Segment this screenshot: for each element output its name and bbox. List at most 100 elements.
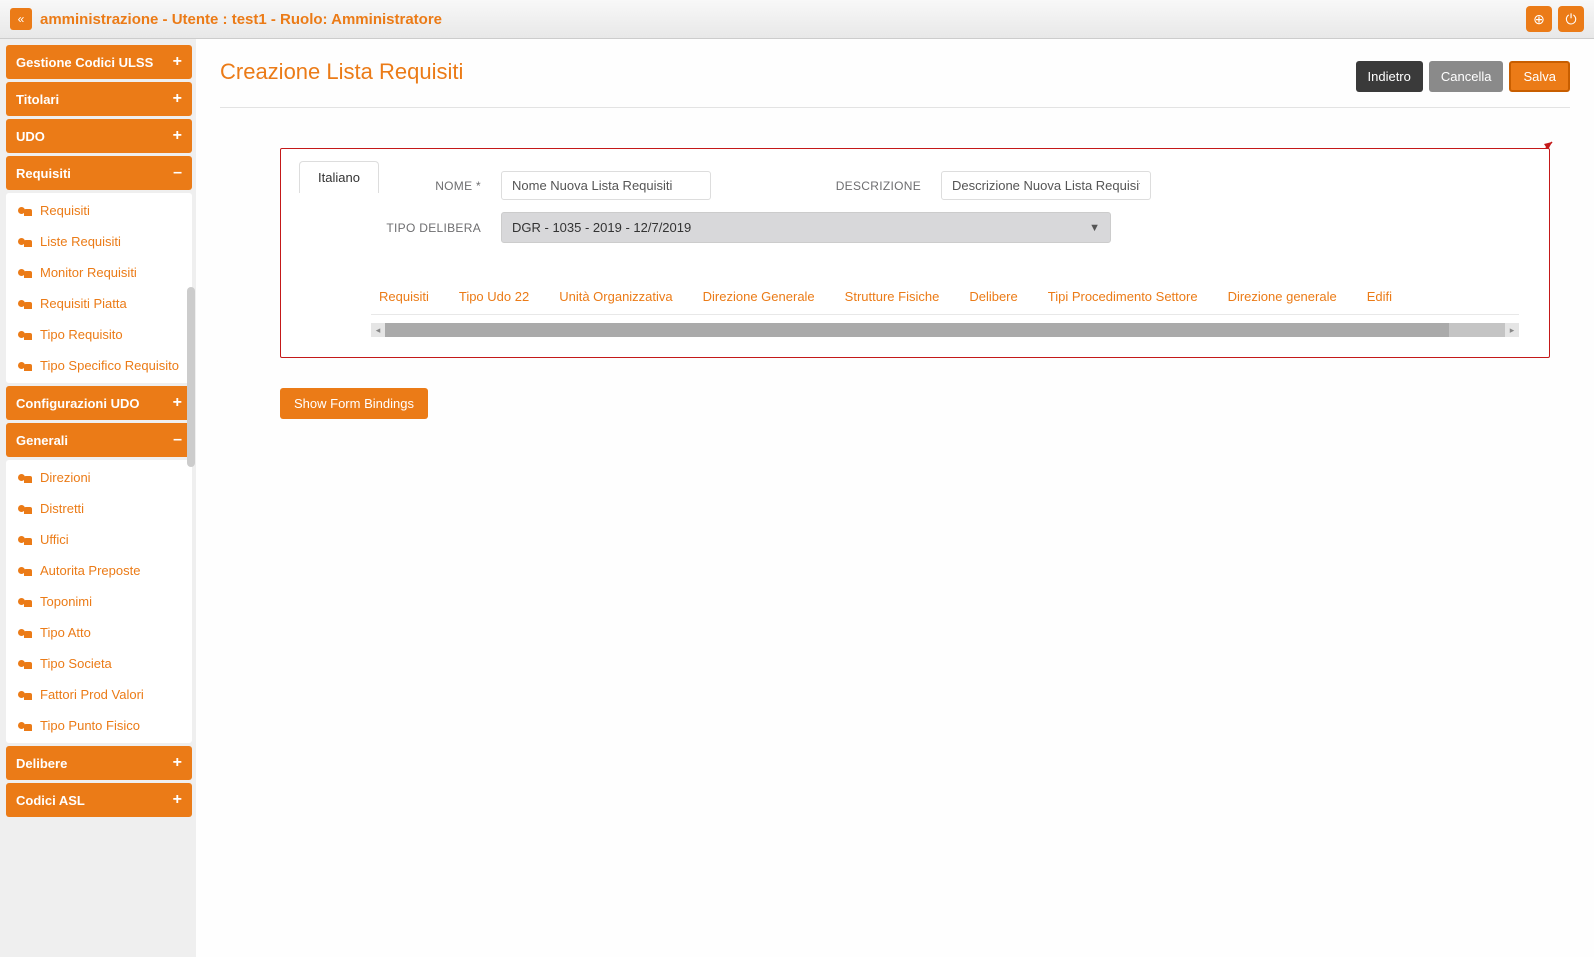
user-icon [18,360,32,372]
user-icon [18,720,32,732]
plus-icon: + [173,53,182,71]
sidebar-section-gestione-codici-ulss[interactable]: Gestione Codici ULSS + [6,45,192,79]
sub-tab-edifi[interactable]: Edifi [1367,289,1392,304]
minus-icon: – [173,164,182,182]
sidebar-item-requisiti[interactable]: Requisiti [6,195,192,226]
horizontal-scrollbar[interactable]: ◂ ▸ [371,323,1519,337]
sidebar-item-tipo-punto-fisico[interactable]: Tipo Punto Fisico [6,710,192,741]
plus-icon: + [173,394,182,412]
sidebar-item-label: Monitor Requisiti [40,265,137,280]
scroll-right-icon[interactable]: ▸ [1505,323,1519,337]
sidebar-collapse-button[interactable]: « [10,8,32,30]
user-icon [18,236,32,248]
sidebar-section-requisiti[interactable]: Requisiti – [6,156,192,190]
sub-tab-strutture-fisiche[interactable]: Strutture Fisiche [845,289,940,304]
sidebar-section-delibere[interactable]: Delibere + [6,746,192,780]
sidebar-section-configurazioni-udo[interactable]: Configurazioni UDO + [6,386,192,420]
sidebar-section-titolari[interactable]: Titolari + [6,82,192,116]
minus-icon: – [173,431,182,449]
user-icon [18,472,32,484]
globe-icon[interactable]: ⊕ [1526,6,1552,32]
sidebar-item-label: Requisiti [40,203,90,218]
sub-tab-delibere[interactable]: Delibere [969,289,1017,304]
sidebar-section-label: Configurazioni UDO [16,396,140,411]
sidebar-item-uffici[interactable]: Uffici [6,524,192,555]
sidebar-item-label: Autorita Preposte [40,563,140,578]
scroll-track[interactable] [385,323,1505,337]
main-content: Creazione Lista Requisiti Indietro Cance… [196,39,1594,957]
sidebar-scrollbar[interactable] [186,39,196,957]
sidebar-item-direzioni[interactable]: Direzioni [6,462,192,493]
sidebar-section-label: Gestione Codici ULSS [16,55,153,70]
sidebar-item-toponimi[interactable]: Toponimi [6,586,192,617]
sidebar-item-requisiti-piatta[interactable]: Requisiti Piatta [6,288,192,319]
scroll-thumb[interactable] [385,323,1449,337]
form-row-tipo-delibera: TIPO DELIBERA DGR - 1035 - 2019 - 12/7/2… [371,206,1519,249]
sidebar-item-tipo-requisito[interactable]: Tipo Requisito [6,319,192,350]
label-nome: NOME * [371,179,481,193]
sidebar-item-monitor-requisiti[interactable]: Monitor Requisiti [6,257,192,288]
header-right: ⊕ ⏻ [1526,6,1584,32]
input-descrizione[interactable] [941,171,1151,200]
select-tipo-delibera[interactable]: DGR - 1035 - 2019 - 12/7/2019 ▼ [501,212,1111,243]
sidebar-item-label: Fattori Prod Valori [40,687,144,702]
sidebar-item-liste-requisiti[interactable]: Liste Requisiti [6,226,192,257]
sub-tab-direzione-generale-2[interactable]: Direzione generale [1228,289,1337,304]
sidebar-item-tipo-specifico-requisito[interactable]: Tipo Specifico Requisito [6,350,192,381]
sidebar-section-label: Codici ASL [16,793,85,808]
cancel-button[interactable]: Cancella [1429,61,1504,92]
sidebar-item-autorita-preposte[interactable]: Autorita Preposte [6,555,192,586]
sub-tabs: Requisiti Tipo Udo 22 Unità Organizzativ… [371,289,1519,315]
sidebar-item-label: Tipo Atto [40,625,91,640]
input-nome[interactable] [501,171,711,200]
top-header: « amministrazione - Utente : test1 - Ruo… [0,0,1594,39]
sidebar-section-label: UDO [16,129,45,144]
plus-icon: + [173,791,182,809]
sidebar-section-udo[interactable]: UDO + [6,119,192,153]
back-button[interactable]: Indietro [1356,61,1423,92]
sidebar-item-label: Distretti [40,501,84,516]
sub-tab-unita-organizzativa[interactable]: Unità Organizzativa [559,289,672,304]
user-icon [18,503,32,515]
user-icon [18,267,32,279]
sub-tabs-container: Requisiti Tipo Udo 22 Unità Organizzativ… [371,289,1519,337]
form-row-nome: NOME * DESCRIZIONE [371,165,1519,206]
sidebar-section-codici-asl[interactable]: Codici ASL + [6,783,192,817]
plus-icon: + [173,754,182,772]
sidebar-item-label: Toponimi [40,594,92,609]
sub-tab-tipi-procedimento-settore[interactable]: Tipi Procedimento Settore [1048,289,1198,304]
sidebar-section-label: Titolari [16,92,59,107]
plus-icon: + [173,127,182,145]
user-icon [18,205,32,217]
sidebar-item-tipo-atto[interactable]: Tipo Atto [6,617,192,648]
save-button[interactable]: Salva [1509,61,1570,92]
sidebar-item-label: Requisiti Piatta [40,296,127,311]
sidebar-items-requisiti: Requisiti Liste Requisiti Monitor Requis… [6,193,192,383]
sidebar-item-label: Tipo Societa [40,656,112,671]
plus-icon: + [173,90,182,108]
scroll-left-icon[interactable]: ◂ [371,323,385,337]
show-form-bindings-button[interactable]: Show Form Bindings [280,388,428,419]
action-buttons: Indietro Cancella Salva [1356,61,1571,92]
header-left: « amministrazione - Utente : test1 - Ruo… [10,8,442,30]
user-icon [18,658,32,670]
sidebar-item-tipo-societa[interactable]: Tipo Societa [6,648,192,679]
form-body: NOME * DESCRIZIONE TIPO DELIBERA DGR - 1… [281,165,1549,357]
sidebar-section-generali[interactable]: Generali – [6,423,192,457]
sidebar-section-label: Delibere [16,756,67,771]
sidebar-item-distretti[interactable]: Distretti [6,493,192,524]
sub-tab-requisiti[interactable]: Requisiti [379,289,429,304]
language-tab[interactable]: Italiano [299,161,379,193]
sub-tab-direzione-generale[interactable]: Direzione Generale [703,289,815,304]
user-icon [18,627,32,639]
user-icon [18,534,32,546]
chevron-down-icon: ▼ [1089,222,1100,234]
app-title: amministrazione - Utente : test1 - Ruolo… [40,11,442,28]
sidebar: Gestione Codici ULSS + Titolari + UDO + … [0,39,196,957]
sidebar-item-label: Tipo Requisito [40,327,123,342]
sidebar-item-fattori-prod-valori[interactable]: Fattori Prod Valori [6,679,192,710]
sub-tab-tipo-udo-22[interactable]: Tipo Udo 22 [459,289,529,304]
sidebar-section-label: Requisiti [16,166,71,181]
power-icon[interactable]: ⏻ [1558,6,1584,32]
form-panel: Italiano NOME * DESCRIZIONE TIPO DELIBER… [280,148,1550,358]
